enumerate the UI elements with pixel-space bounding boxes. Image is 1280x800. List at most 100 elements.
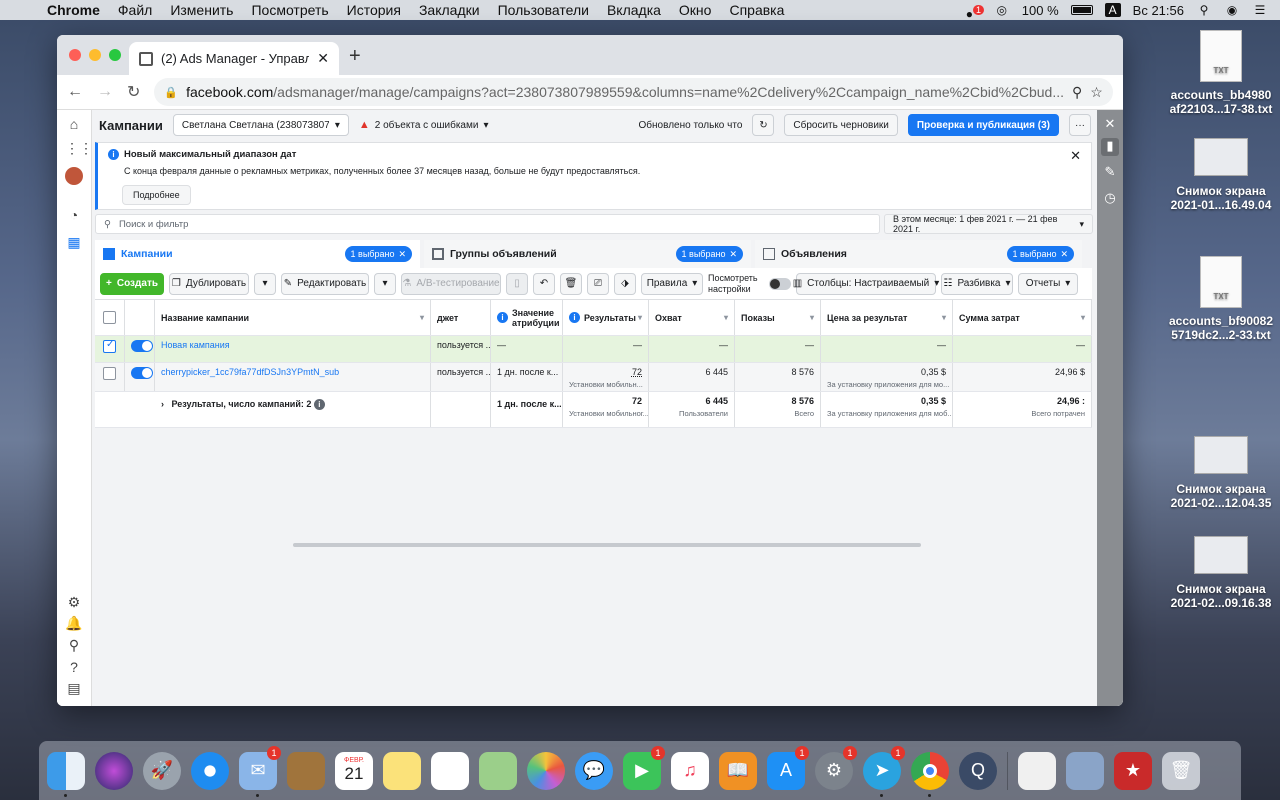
pencil-icon[interactable]: ✎ — [1101, 164, 1119, 182]
duplicate-button[interactable]: ❐ Дублировать — [169, 272, 249, 295]
see-settings-toggle[interactable] — [769, 277, 791, 290]
spotlight-search-icon[interactable]: ⚲ — [1196, 3, 1212, 17]
zoom-window-button[interactable] — [109, 49, 121, 61]
browser-tab-ads-manager[interactable]: (2) Ads Manager - Управлени ✕ — [129, 42, 339, 75]
sort-icon[interactable]: ▾ — [810, 313, 814, 322]
search-icon[interactable]: ⚲ — [65, 637, 83, 655]
address-bar[interactable]: 🔒 facebook.com/adsmanager/manage/campaig… — [154, 78, 1113, 106]
delivery-toggle[interactable] — [131, 367, 153, 379]
menu-help[interactable]: Справка — [720, 2, 793, 18]
all-tools-grid-icon[interactable]: ⋮⋮ — [65, 140, 93, 158]
sort-icon[interactable]: ▾ — [724, 313, 728, 322]
close-tab-icon[interactable]: ✕ — [317, 50, 329, 67]
col-budget[interactable]: джет — [431, 300, 491, 335]
menu-app-chrome[interactable]: Chrome — [38, 2, 109, 18]
finder-icon[interactable] — [47, 751, 85, 797]
selected-pill[interactable]: 1 выбрано ✕ — [675, 246, 743, 262]
desktop-screenshot-3[interactable]: Снимок экрана 2021-02...09.16.38 — [1161, 536, 1280, 610]
headset-icon[interactable]: ◎ — [994, 3, 1010, 17]
delivery-toggle[interactable] — [131, 340, 153, 352]
music-icon[interactable]: ♫ — [671, 751, 709, 790]
tab-ads[interactable]: Объявления 1 выбрано ✕ — [755, 240, 1082, 268]
menu-tab[interactable]: Вкладка — [598, 2, 670, 18]
photos-icon[interactable] — [527, 751, 565, 790]
lock-icon[interactable]: 🔒 — [164, 86, 178, 99]
clipboard-icon[interactable]: ▯ — [506, 272, 528, 295]
tab-campaigns[interactable]: Кампании 1 выбрано ✕ — [95, 240, 420, 268]
edit-button[interactable]: ✎ Редактировать — [281, 272, 369, 295]
report-panel-icon[interactable]: ▤ — [65, 680, 83, 698]
select-all-checkbox[interactable] — [103, 311, 116, 324]
quicktime-icon[interactable]: Q — [959, 751, 997, 790]
table-row[interactable]: cherrypicker_1cc79fa77dfDSJn3YPmtN_sub п… — [95, 363, 1092, 392]
notifications-bell-icon[interactable]: 🔔 — [65, 615, 83, 633]
mail-icon[interactable]: ✉ 1 — [239, 745, 281, 797]
notification-center-icon[interactable]: ☰ — [1252, 3, 1268, 17]
col-impressions[interactable]: Показы ▾ — [735, 300, 821, 335]
reports-dropdown[interactable]: Отчеты ▾ — [1018, 272, 1078, 295]
date-range-picker[interactable]: В этом месяце: 1 фев 2021 г. — 21 фев 20… — [884, 214, 1093, 234]
forward-arrow-icon[interactable]: → — [97, 83, 113, 101]
create-button[interactable]: + Создать — [100, 272, 164, 295]
close-panel-icon[interactable]: ✕ — [1101, 116, 1119, 134]
clear-selection-icon[interactable]: ✕ — [729, 249, 737, 260]
horizontal-scrollbar[interactable] — [293, 543, 921, 547]
home-icon[interactable]: ⌂ — [65, 116, 83, 134]
notification-app-icon[interactable]: ● 1 — [966, 3, 985, 21]
refresh-button[interactable]: ↻ — [752, 114, 775, 136]
launchpad-rocket-icon[interactable]: 🚀 — [143, 751, 181, 790]
close-window-button[interactable] — [69, 49, 81, 61]
menu-users[interactable]: Пользователи — [489, 2, 598, 18]
clear-selection-icon[interactable]: ✕ — [398, 249, 406, 260]
dashboard-gauge-icon[interactable]: ◔ — [65, 207, 83, 225]
row-checkbox[interactable] — [103, 367, 116, 380]
discard-drafts-button[interactable]: Сбросить черновики — [784, 114, 898, 136]
review-publish-button[interactable]: Проверка и публикация (3) — [907, 114, 1059, 136]
messages-icon[interactable]: 💬 — [575, 751, 613, 790]
siri-icon[interactable] — [95, 751, 133, 790]
sort-icon[interactable]: ▾ — [638, 313, 642, 322]
url-text[interactable]: facebook.com/adsmanager/manage/campaigns… — [186, 84, 1064, 100]
col-cost-per-result[interactable]: Цена за результат ▾ — [821, 300, 953, 335]
preview-icon[interactable]: ⎚ — [587, 272, 609, 295]
campaign-name-link[interactable]: cherrypicker_1cc79fa77dfDSJn3YPmtN_sub — [155, 363, 431, 391]
menubar-clock[interactable]: Вс 21:56 — [1133, 3, 1184, 18]
breakdown-dropdown[interactable]: ☷ Разбивка ▾ — [941, 272, 1013, 295]
desktop-file-accounts-1[interactable]: TXT accounts_bb4980 af22103...17-38.txt — [1161, 30, 1280, 116]
close-banner-icon[interactable]: ✕ — [1070, 148, 1081, 164]
info-icon[interactable]: i — [569, 312, 580, 323]
info-icon[interactable]: i — [497, 312, 508, 323]
chart-icon[interactable]: ▮ — [1101, 138, 1119, 156]
desktop-screenshot-2[interactable]: Снимок экрана 2021-02...12.04.35 — [1161, 436, 1280, 510]
input-source-icon[interactable]: A — [1104, 3, 1121, 17]
desktop-file-accounts-2[interactable]: TXT accounts_bf90082 5719dc2...2-33.txt — [1161, 256, 1280, 342]
table-row[interactable]: Новая кампания пользуется ... — — — — — … — [95, 336, 1092, 363]
zoom-lens-icon[interactable]: ⚲ — [1072, 84, 1082, 101]
search-filter-input[interactable]: ⚲ Поиск и фильтр — [95, 214, 880, 234]
notes-icon[interactable] — [383, 751, 421, 790]
menu-window[interactable]: Окно — [670, 2, 721, 18]
chrome-icon[interactable] — [911, 751, 949, 797]
history-clock-icon[interactable]: ◷ — [1101, 190, 1119, 208]
bookmark-star-icon[interactable]: ☆ — [1090, 84, 1103, 101]
safari-compass-icon[interactable] — [191, 751, 229, 790]
minimize-window-button[interactable] — [89, 49, 101, 61]
desktop-screenshot-1[interactable]: Снимок экрана 2021-01...16.49.04 — [1161, 138, 1280, 212]
contacts-book-icon[interactable] — [287, 751, 325, 790]
sort-icon[interactable]: ▾ — [1081, 313, 1085, 322]
rules-dropdown[interactable]: Правила ▾ — [641, 272, 703, 295]
battery-icon[interactable] — [1070, 5, 1093, 15]
trash-icon[interactable]: 🗑 — [1162, 751, 1200, 790]
errors-dropdown[interactable]: ▲ 2 объекта с ошибками ▾ — [359, 119, 489, 131]
col-amount-spent[interactable]: Сумма затрат ▾ — [953, 300, 1092, 335]
menu-file[interactable]: Файл — [109, 2, 161, 18]
info-icon[interactable]: i — [313, 399, 325, 410]
learn-more-button[interactable]: Подробнее — [122, 185, 191, 205]
more-options-button[interactable]: ··· — [1069, 114, 1091, 136]
col-results[interactable]: i Результаты ▾ — [563, 300, 649, 335]
results-value[interactable]: 72 — [632, 367, 642, 377]
maps-icon[interactable] — [479, 751, 517, 790]
col-campaign-name[interactable]: Название кампании ▾ — [155, 300, 431, 335]
back-arrow-icon[interactable]: ← — [67, 83, 83, 101]
expand-chevron-icon[interactable]: › — [161, 399, 164, 409]
